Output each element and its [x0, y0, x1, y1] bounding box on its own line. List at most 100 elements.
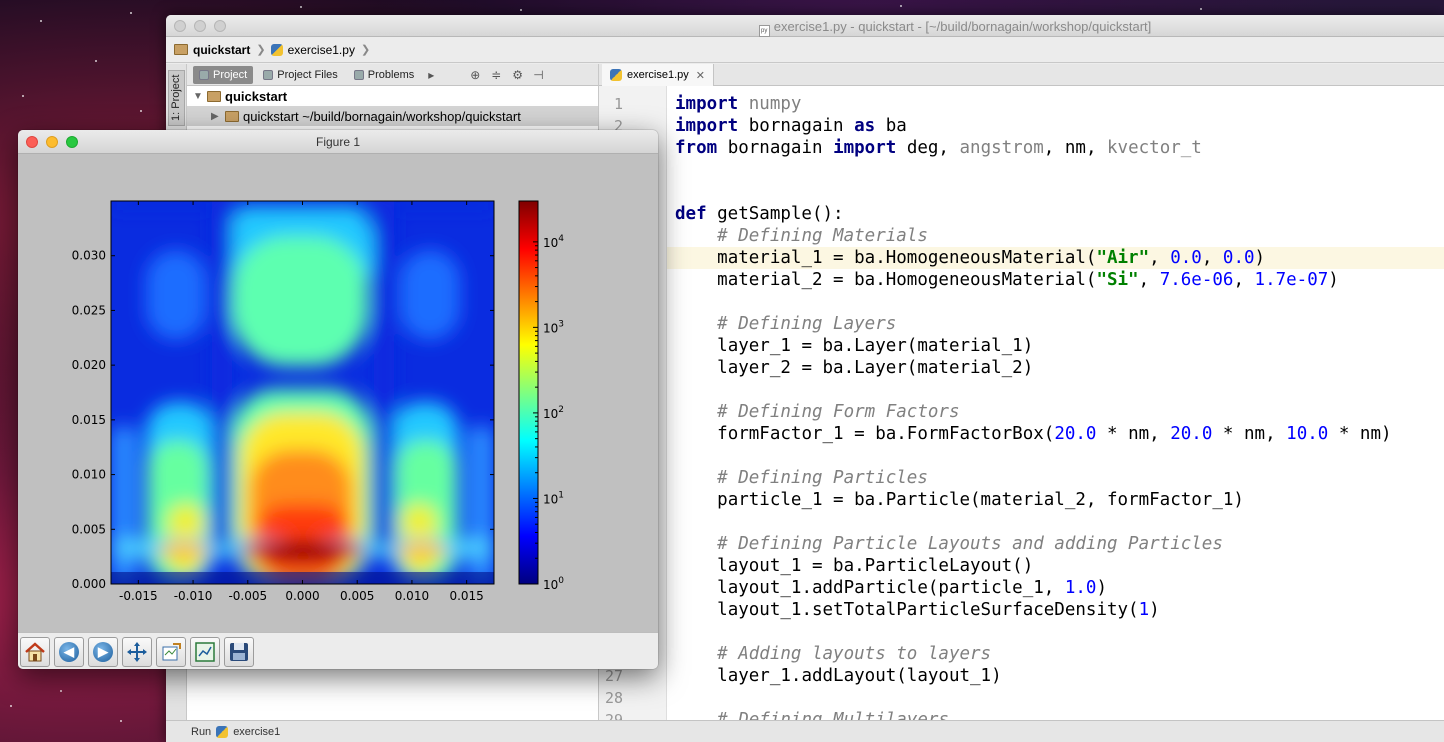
colorbar-tick-base: 10	[543, 492, 558, 506]
tree-item-root[interactable]: ▼ quickstart	[187, 86, 598, 106]
code-token: layer_1 = ba.Layer(material_1)	[717, 336, 1034, 356]
python-run-icon	[216, 725, 229, 738]
ide-title-text: exercise1.py - quickstart - [~/build/bor…	[773, 19, 1152, 34]
code-token: )	[1149, 600, 1160, 620]
code-token: layer_2 = ba.Layer(material_2)	[717, 358, 1034, 378]
tab-project-files[interactable]: Project Files	[257, 66, 344, 84]
colorbar-tick-label: 101	[543, 490, 564, 506]
code-number: 0.0	[1222, 248, 1255, 268]
code-line: # Defining Layers	[667, 313, 1444, 335]
code-number: 1.7e-07	[1254, 270, 1329, 290]
code-token: layout_1.setTotalParticleSurfaceDensity(	[717, 600, 1139, 620]
x-tick-label: -0.015	[119, 589, 158, 603]
code-token: ,	[1233, 270, 1255, 290]
colorbar-tick-base: 10	[543, 407, 558, 421]
code-number: 0.0	[1170, 248, 1202, 268]
code-token: layer_1.addLayout(layout_1)	[717, 666, 1002, 686]
tab-project[interactable]: Project	[193, 65, 254, 84]
editor-tab[interactable]: exercise1.py ✕	[602, 64, 714, 86]
code-number: 10.0	[1286, 424, 1329, 444]
tab-project-label: Project	[213, 68, 248, 81]
y-tick-label: 0.015	[72, 413, 106, 427]
code-token: bornagain	[738, 116, 855, 136]
y-tick-label: 0.020	[72, 358, 106, 372]
code-token: import	[675, 94, 739, 114]
y-tick-label: 0.030	[72, 249, 106, 263]
chevron-right-icon: ▶	[211, 110, 219, 122]
forward-button[interactable]: ▶	[88, 637, 118, 667]
code-token: ba	[875, 116, 907, 136]
code-number: 1	[1138, 600, 1150, 620]
code-line: # Defining Multilayers	[667, 709, 1444, 720]
code-comment: # Defining Particles	[717, 468, 928, 488]
code-token: formFactor_1 = ba.FormFactorBox(	[717, 424, 1055, 444]
code-token: import	[833, 138, 897, 158]
zoom-to-rect-button[interactable]	[190, 637, 220, 667]
code-token: deg,	[896, 138, 960, 158]
code-line-current: material_1 = ba.HomogeneousMaterial("Air…	[667, 247, 1444, 269]
configure-subplots-button[interactable]	[156, 637, 186, 667]
code-line: layer_1.addLayout(layout_1)	[667, 665, 1444, 687]
figure-titlebar[interactable]: Figure 1	[18, 130, 658, 154]
code-editor[interactable]: import numpy import bornagain as ba from…	[667, 86, 1444, 720]
code-comment: # Defining Form Factors	[717, 402, 960, 422]
code-token: )	[1328, 270, 1339, 290]
y-tick-label: 0.000	[72, 577, 106, 591]
colorbar-tick-label: 102	[543, 405, 564, 421]
breadcrumb-project-label: quickstart	[193, 42, 251, 57]
code-token: layout_1.addParticle(particle_1,	[717, 578, 1065, 598]
code-number: 20.0	[1170, 424, 1213, 444]
more-tabs-icon[interactable]: ▸	[428, 69, 440, 81]
run-label[interactable]: Run	[191, 726, 211, 738]
problems-icon	[353, 69, 364, 80]
code-line: # Defining Materials	[667, 225, 1444, 247]
tree-item-folder[interactable]: ▶ quickstart ~/build/bornagain/workshop/…	[187, 106, 598, 126]
colorbar	[518, 200, 539, 585]
colorbar-tick-label: 103	[543, 319, 564, 335]
x-tick-label: 0.000	[285, 589, 319, 603]
gear-icon[interactable]: ⚙	[512, 69, 524, 81]
breadcrumb-file[interactable]: exercise1.py	[270, 43, 355, 57]
code-number: 20.0	[1054, 424, 1097, 444]
tab-problems[interactable]: Problems	[348, 66, 420, 84]
x-tick-label: 0.010	[395, 589, 429, 603]
tab-project-files-label: Project Files	[277, 68, 338, 81]
python-file-icon	[610, 69, 622, 81]
back-button[interactable]: ◀	[54, 637, 84, 667]
code-token: )	[1254, 248, 1266, 268]
code-token: ,	[1149, 248, 1171, 268]
ide-titlebar[interactable]: py exercise1.py - quickstart - [~/build/b…	[166, 15, 1444, 37]
figure-canvas[interactable]: -0.015 -0.010 -0.005 0.000 0.005 0.010 0.015 0.…	[18, 154, 658, 632]
project-tool-tab[interactable]: 1: Project	[168, 70, 185, 126]
collapse-icon[interactable]: ≑	[491, 69, 503, 81]
project-panel-toolbar: Project Project Files Problems ▸ ⊕ ≑ ⚙ ⊣	[187, 64, 598, 86]
folder-icon	[174, 44, 188, 55]
code-token: getSample():	[706, 204, 844, 224]
code-token: bornagain	[717, 138, 834, 158]
locate-icon[interactable]: ⊕	[470, 69, 482, 81]
code-line: # Defining Form Factors	[667, 401, 1444, 423]
project-icon	[199, 69, 209, 80]
colorbar-tick-base: 10	[543, 321, 558, 335]
colorbar-tick-exponent: 4	[558, 234, 564, 244]
code-token: )	[1096, 578, 1107, 598]
home-button[interactable]	[20, 637, 50, 667]
hide-icon[interactable]: ⊣	[533, 69, 545, 81]
editor-tab-bar: exercise1.py ✕	[599, 64, 1444, 86]
pan-button[interactable]	[122, 637, 152, 667]
code-token: * nm,	[1096, 424, 1171, 444]
figure-window: Figure 1 -0.015 -0.010 -0.005 0.000 0.00…	[18, 130, 658, 669]
code-string: "Si"	[1096, 270, 1139, 290]
y-tick-label: 0.025	[72, 303, 106, 317]
figure-toolbar: ◀ ▶	[18, 632, 658, 669]
run-config-label[interactable]: exercise1	[233, 726, 280, 738]
close-icon[interactable]: ✕	[696, 69, 705, 82]
colorbar-tick-base: 10	[543, 578, 558, 592]
y-tick-label: 0.010	[72, 468, 106, 482]
code-token: angstrom	[959, 138, 1044, 158]
breadcrumb-project[interactable]: quickstart	[174, 43, 250, 57]
code-token: , nm,	[1043, 138, 1108, 158]
zoom-rect-icon	[195, 642, 215, 662]
line-number: 1	[613, 95, 623, 113]
save-button[interactable]	[224, 637, 254, 667]
